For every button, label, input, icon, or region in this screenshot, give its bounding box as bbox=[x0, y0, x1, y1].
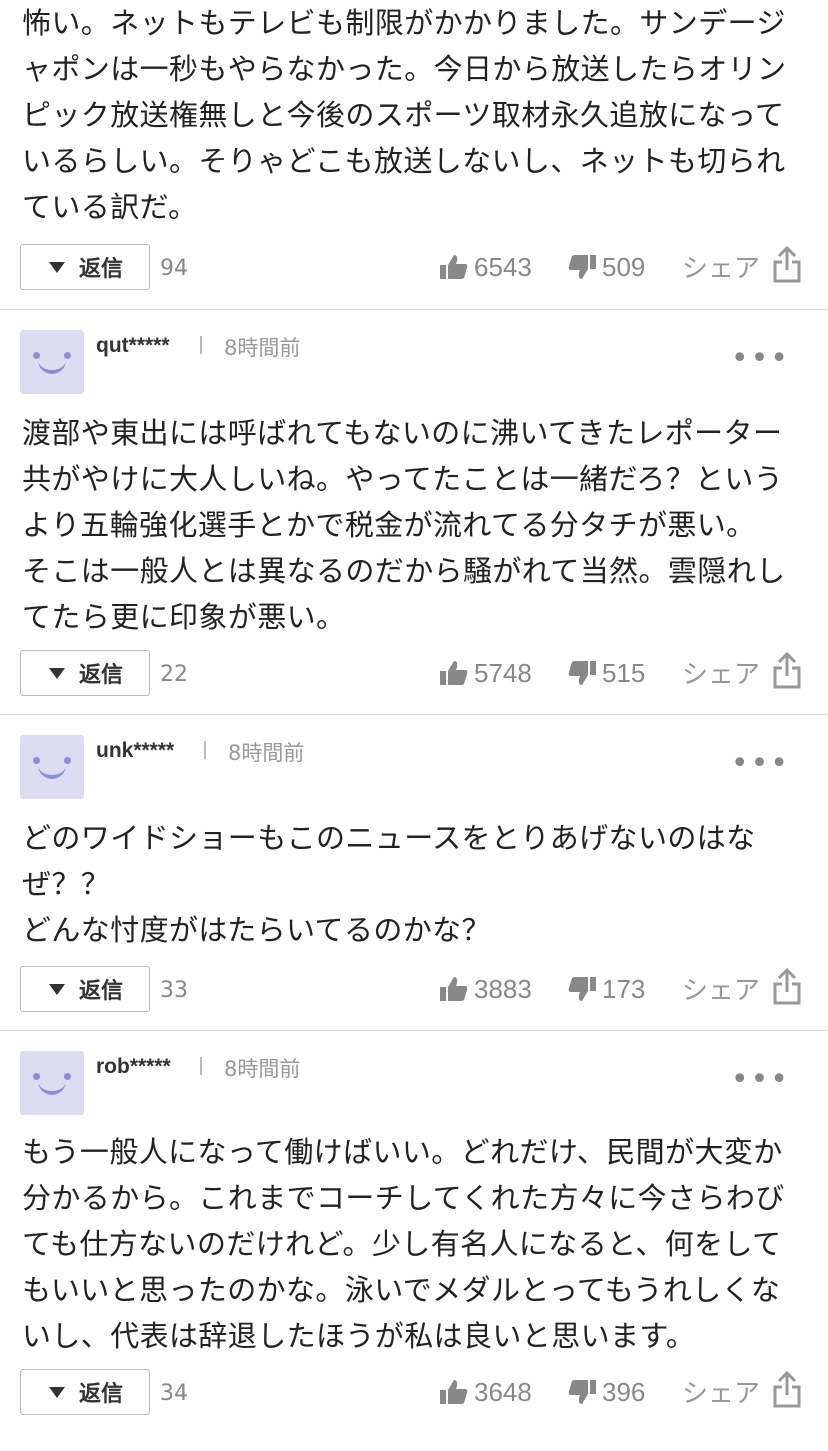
like-count: 3883 bbox=[474, 974, 532, 1004]
thumbs-down-icon bbox=[568, 255, 596, 279]
avatar bbox=[20, 735, 84, 799]
timestamp: 8時間前 bbox=[224, 1057, 301, 1081]
share-icon[interactable] bbox=[772, 968, 802, 1006]
reply-button[interactable]: 返信 bbox=[20, 1369, 150, 1415]
like-count: 3648 bbox=[474, 1377, 532, 1407]
comment-actions: 返信 94 6543 509 シェア bbox=[20, 244, 808, 292]
timestamp: 8時間前 bbox=[224, 336, 301, 360]
comment-card: qut***** 8時間前 ••• 渡部や東出には呼ばれてもないのに沸いてきたレ… bbox=[0, 310, 828, 715]
thumbs-up-icon bbox=[440, 255, 468, 279]
share-button[interactable]: シェア bbox=[682, 654, 760, 691]
comment-actions: 返信 22 5748 515 シェア bbox=[20, 650, 808, 698]
chevron-down-icon bbox=[49, 262, 65, 273]
like-count: 5748 bbox=[474, 658, 532, 688]
comment-body: 怖い。ネットもテレビも制限がかかりました。サンデージャポンは一秒もやらなかった。… bbox=[22, 6, 787, 224]
chevron-down-icon bbox=[49, 668, 65, 679]
reply-label: 返信 bbox=[79, 257, 124, 282]
username[interactable]: qut***** bbox=[96, 334, 170, 358]
divider bbox=[200, 336, 202, 354]
share-icon[interactable] bbox=[772, 1371, 802, 1409]
thumbs-down-icon bbox=[568, 1380, 596, 1404]
divider bbox=[204, 741, 206, 759]
reply-count: 22 bbox=[160, 662, 188, 687]
avatar bbox=[20, 1051, 84, 1115]
share-button[interactable]: シェア bbox=[682, 248, 760, 285]
comment-header: unk***** 8時間前 ••• bbox=[20, 735, 808, 799]
reply-label: 返信 bbox=[79, 979, 124, 1004]
comment-header: qut***** 8時間前 ••• bbox=[20, 330, 808, 394]
reply-label: 返信 bbox=[79, 1382, 124, 1407]
thumbs-up-icon bbox=[440, 661, 468, 685]
share-button[interactable]: シェア bbox=[682, 970, 760, 1007]
thumbs-down-icon bbox=[568, 977, 596, 1001]
comment-card: rob***** 8時間前 ••• もう一般人になって働けばいい。どれだけ、民間… bbox=[0, 1031, 828, 1451]
thumbs-down-icon bbox=[568, 661, 596, 685]
share-button[interactable]: シェア bbox=[682, 1373, 760, 1410]
comment-actions: 返信 33 3883 173 シェア bbox=[20, 966, 808, 1014]
like-count: 6543 bbox=[474, 252, 532, 282]
username[interactable]: unk***** bbox=[96, 739, 174, 763]
username[interactable]: rob***** bbox=[96, 1055, 171, 1079]
reply-label: 返信 bbox=[79, 663, 124, 688]
thumbs-up-icon bbox=[440, 977, 468, 1001]
dislike-count: 173 bbox=[602, 974, 646, 1004]
comment-card: 怖い。ネットもテレビも制限がかかりました。サンデージャポンは一秒もやらなかった。… bbox=[0, 0, 828, 310]
reply-count: 33 bbox=[160, 978, 188, 1003]
reply-button[interactable]: 返信 bbox=[20, 966, 150, 1012]
comment-body: 渡部や東出には呼ばれてもないのに沸いてきたレポーター共がやけに大人しいね。やって… bbox=[22, 416, 786, 634]
avatar bbox=[20, 330, 84, 394]
share-icon[interactable] bbox=[772, 652, 802, 690]
more-options-icon[interactable]: ••• bbox=[731, 749, 790, 779]
dislike-count: 396 bbox=[602, 1377, 646, 1407]
dislike-count: 515 bbox=[602, 658, 646, 688]
more-options-icon[interactable]: ••• bbox=[731, 344, 790, 374]
reply-count: 94 bbox=[160, 256, 188, 281]
divider bbox=[200, 1057, 202, 1075]
chevron-down-icon bbox=[49, 984, 65, 995]
comment-header: rob***** 8時間前 ••• bbox=[20, 1051, 808, 1115]
comment-body: どのワイドショーもこのニュースをとりあげないのはなぜ？？ どんな忖度がはたらいて… bbox=[22, 821, 756, 947]
chevron-down-icon bbox=[49, 1387, 65, 1398]
comment-card: unk***** 8時間前 ••• どのワイドショーもこのニュースをとりあげない… bbox=[0, 715, 828, 1031]
more-options-icon[interactable]: ••• bbox=[731, 1065, 790, 1095]
dislike-count: 509 bbox=[602, 252, 646, 282]
reply-button[interactable]: 返信 bbox=[20, 244, 150, 290]
comment-actions: 返信 34 3648 396 シェア bbox=[20, 1369, 808, 1417]
reply-button[interactable]: 返信 bbox=[20, 650, 150, 696]
timestamp: 8時間前 bbox=[228, 741, 305, 765]
comment-body: もう一般人になって働けばいい。どれだけ、民間が大変か分かるから。これまでコーチし… bbox=[22, 1135, 785, 1353]
thumbs-up-icon bbox=[440, 1380, 468, 1404]
reply-count: 34 bbox=[160, 1381, 188, 1406]
share-icon[interactable] bbox=[772, 246, 802, 284]
